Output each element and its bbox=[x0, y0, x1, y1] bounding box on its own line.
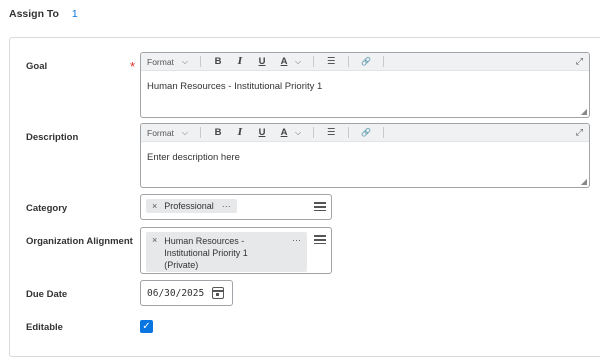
font-color-button[interactable]: A bbox=[277, 56, 291, 67]
description-toolbar: Format ⌵ B I U A ⌵ ☰ 🔗 ⤢ bbox=[141, 124, 589, 142]
due-date-label: Due Date bbox=[26, 289, 68, 300]
underline-button[interactable]: U bbox=[255, 56, 269, 67]
pill-line: Human Resources - bbox=[164, 236, 245, 246]
expand-icon[interactable]: ⤢ bbox=[576, 56, 583, 67]
organization-alignment-text: Human Resources - Institutional Priority… bbox=[164, 235, 284, 271]
organization-alignment-label: Organization Alignment bbox=[26, 236, 133, 247]
link-icon[interactable]: 🔗 bbox=[359, 128, 373, 137]
format-dropdown[interactable]: Format bbox=[147, 128, 174, 138]
toolbar-divider bbox=[383, 56, 385, 67]
bullet-list-icon[interactable] bbox=[314, 233, 326, 247]
link-icon[interactable]: 🔗 bbox=[359, 57, 373, 66]
bullet-list-icon[interactable]: ☰ bbox=[324, 127, 338, 138]
toolbar-divider bbox=[200, 127, 201, 138]
pill-line: Institutional Priority 1 bbox=[164, 248, 248, 258]
goal-toolbar: Format ⌵ B I U A ⌵ ☰ 🔗 ⤢ bbox=[141, 53, 589, 71]
category-pill-label: Professional bbox=[164, 201, 214, 211]
editable-label: Editable bbox=[26, 322, 63, 333]
category-label: Category bbox=[26, 203, 68, 214]
resize-handle-icon[interactable]: ◢ bbox=[581, 107, 587, 116]
required-indicator: * bbox=[130, 59, 136, 74]
assign-to-label: Assign To bbox=[9, 8, 59, 20]
pill-line: (Private) bbox=[164, 260, 199, 270]
description-rich-text-editor[interactable]: Format ⌵ B I U A ⌵ ☰ 🔗 ⤢ Enter descripti… bbox=[140, 123, 590, 188]
bullet-list-icon[interactable]: ☰ bbox=[324, 56, 338, 67]
chevron-down-icon[interactable]: ⌵ bbox=[182, 57, 188, 67]
italic-button[interactable]: I bbox=[233, 127, 247, 138]
remove-icon[interactable]: × bbox=[152, 201, 157, 211]
bold-button[interactable]: B bbox=[211, 127, 225, 138]
category-prompt[interactable]: × Professional ··· bbox=[140, 194, 332, 220]
due-date-input[interactable]: 06/30/2025 bbox=[140, 280, 233, 306]
assign-to-count[interactable]: 1 bbox=[72, 8, 78, 20]
chevron-down-icon[interactable]: ⌵ bbox=[295, 57, 301, 67]
goal-label: Goal bbox=[26, 61, 48, 72]
organization-alignment-prompt[interactable]: × Human Resources - Institutional Priori… bbox=[140, 227, 332, 274]
toolbar-divider bbox=[383, 127, 385, 138]
assign-to-header: Assign To 1 bbox=[9, 8, 78, 20]
font-color-button[interactable]: A bbox=[277, 127, 291, 138]
toolbar-divider bbox=[200, 56, 201, 67]
toolbar-divider bbox=[348, 127, 350, 138]
resize-handle-icon[interactable]: ◢ bbox=[581, 177, 587, 186]
chevron-down-icon[interactable]: ⌵ bbox=[295, 128, 301, 138]
description-placeholder[interactable]: Enter description here bbox=[141, 142, 589, 173]
expand-icon[interactable]: ⤢ bbox=[576, 127, 583, 138]
toolbar-divider bbox=[313, 127, 315, 138]
calendar-icon[interactable] bbox=[212, 287, 224, 299]
organization-alignment-pill: × Human Resources - Institutional Priori… bbox=[146, 232, 307, 272]
goal-rich-text-editor[interactable]: Format ⌵ B I U A ⌵ ☰ 🔗 ⤢ Human Resources… bbox=[140, 52, 590, 118]
checkmark-icon: ✓ bbox=[142, 321, 151, 332]
toolbar-divider bbox=[313, 56, 315, 67]
bold-button[interactable]: B bbox=[211, 56, 225, 67]
bullet-list-icon[interactable] bbox=[314, 200, 326, 214]
underline-button[interactable]: U bbox=[255, 127, 269, 138]
italic-button[interactable]: I bbox=[233, 56, 247, 67]
due-date-value: 06/30/2025 bbox=[147, 288, 205, 299]
category-pill: × Professional ··· bbox=[146, 199, 237, 213]
description-label: Description bbox=[26, 132, 79, 143]
more-options-icon[interactable]: ··· bbox=[292, 235, 301, 245]
format-dropdown[interactable]: Format bbox=[147, 57, 174, 67]
chevron-down-icon[interactable]: ⌵ bbox=[182, 128, 188, 138]
editable-checkbox[interactable]: ✓ bbox=[140, 320, 153, 333]
more-options-icon[interactable]: ··· bbox=[222, 201, 231, 211]
toolbar-divider bbox=[348, 56, 350, 67]
remove-icon[interactable]: × bbox=[152, 235, 157, 245]
goal-text[interactable]: Human Resources - Institutional Priority… bbox=[141, 71, 589, 102]
